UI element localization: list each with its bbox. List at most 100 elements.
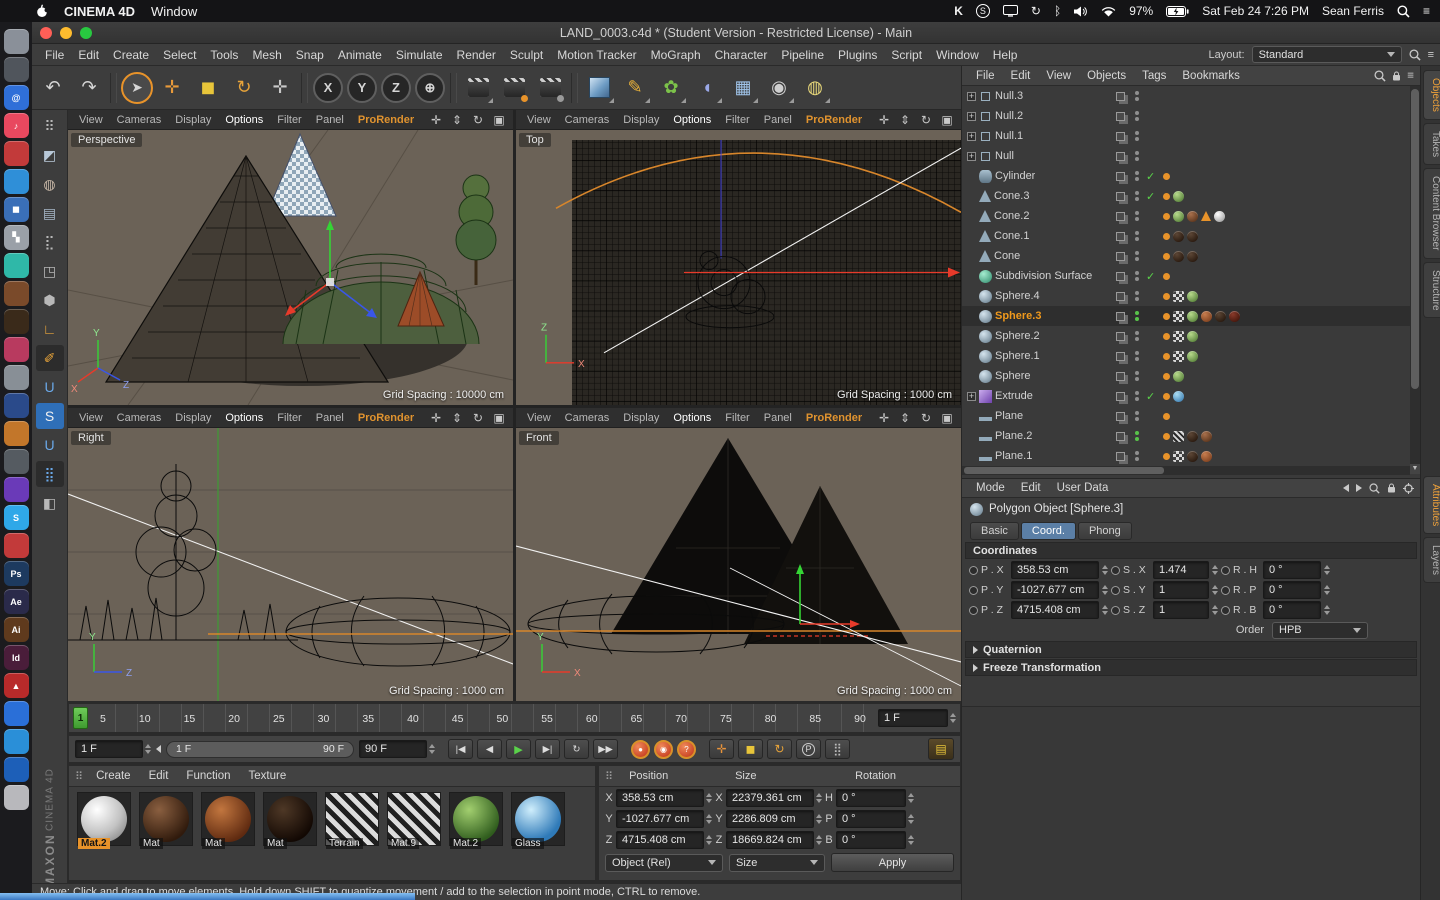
skype-icon[interactable]: S bbox=[975, 4, 990, 18]
app-menu-item[interactable]: Tools bbox=[203, 45, 245, 65]
key-scale-icon[interactable]: ◼ bbox=[738, 739, 763, 759]
viewport-menu-item[interactable]: Cameras bbox=[558, 114, 617, 126]
object-plane1[interactable]: Plane.1 bbox=[962, 446, 1410, 466]
visibility-dots-icon[interactable] bbox=[1135, 191, 1141, 201]
dock-photoshop-icon[interactable]: Ps bbox=[3, 561, 29, 586]
viewport-menu-item[interactable]: Options bbox=[218, 114, 270, 126]
tag-chip-odot[interactable] bbox=[1163, 312, 1170, 320]
object-label[interactable]: Plane.2 bbox=[995, 430, 1032, 442]
lock-y-icon[interactable]: Y bbox=[347, 72, 377, 103]
mograph-icon[interactable]: ✿ bbox=[654, 71, 688, 105]
viewport-menu-item[interactable]: ProRender bbox=[799, 412, 869, 424]
viewport-menu-item[interactable]: Filter bbox=[270, 412, 308, 424]
end-frame-stepper[interactable] bbox=[429, 744, 435, 754]
visibility-dots-icon[interactable] bbox=[1135, 111, 1141, 121]
layer-icon[interactable] bbox=[1116, 411, 1125, 421]
position-field[interactable]: -1027.677 cm bbox=[616, 809, 704, 828]
lock-icon[interactable] bbox=[1387, 483, 1396, 493]
layer-icon[interactable] bbox=[1116, 251, 1125, 261]
toolbar-button[interactable] bbox=[571, 72, 578, 103]
app-menu-item[interactable]: Simulate bbox=[389, 45, 450, 65]
key-position-icon[interactable]: ✛ bbox=[709, 739, 734, 759]
window-titlebar[interactable]: LAND_0003.c4d * (Student Version - Restr… bbox=[32, 22, 1440, 44]
spotlight-search-icon[interactable] bbox=[1397, 5, 1410, 18]
lock-workplane-icon[interactable]: ◧ bbox=[36, 490, 64, 516]
object-manager-menu-item[interactable]: Edit bbox=[1003, 70, 1039, 82]
visibility-dots-icon[interactable] bbox=[1135, 271, 1141, 281]
tag-chip-odot[interactable] bbox=[1163, 192, 1170, 200]
object-label[interactable]: Null bbox=[995, 150, 1014, 162]
tag-chip-green[interactable] bbox=[1187, 350, 1198, 362]
volume-icon[interactable] bbox=[1074, 6, 1088, 17]
visibility-dots-icon[interactable] bbox=[1135, 251, 1141, 261]
tag-chip-green[interactable] bbox=[1173, 190, 1184, 202]
viewport-menu-item[interactable]: Filter bbox=[718, 114, 756, 126]
tag-chip-dark[interactable] bbox=[1215, 310, 1226, 322]
zoom-button[interactable] bbox=[80, 26, 92, 39]
light-icon[interactable]: ◍ bbox=[798, 71, 832, 105]
search-icon[interactable] bbox=[1369, 482, 1380, 494]
layer-icon[interactable] bbox=[1116, 331, 1125, 341]
rotate-view-icon[interactable]: ↻ bbox=[471, 411, 485, 425]
wifi-icon[interactable] bbox=[1101, 6, 1116, 17]
key-pla-icon[interactable]: ⣿ bbox=[825, 739, 850, 759]
object-label[interactable]: Null.3 bbox=[995, 90, 1023, 102]
object-label[interactable]: Plane.1 bbox=[995, 450, 1032, 462]
object-subdivision-surface[interactable]: Subdivision Surface ✓ bbox=[962, 266, 1410, 286]
stepper[interactable] bbox=[1212, 605, 1218, 615]
model-mode-icon[interactable]: ◩ bbox=[36, 142, 64, 168]
dock-app-red-icon[interactable] bbox=[3, 141, 29, 166]
menubar-item-window[interactable]: Window bbox=[151, 4, 197, 19]
array-icon[interactable]: ⣿ bbox=[35, 461, 64, 487]
object-manager-menu-item[interactable]: File bbox=[968, 70, 1003, 82]
app-menu-item[interactable]: Help bbox=[986, 45, 1025, 65]
viewport-menu-item[interactable]: Panel bbox=[309, 114, 351, 126]
visibility-dots-icon[interactable] bbox=[1135, 311, 1141, 321]
visibility-dots-icon[interactable] bbox=[1135, 351, 1141, 361]
visibility-dots-icon[interactable] bbox=[1135, 391, 1141, 401]
object-label[interactable]: Cone.2 bbox=[994, 210, 1029, 222]
zoom-view-icon[interactable]: ⇕ bbox=[898, 113, 912, 127]
object-cone2[interactable]: Cone.2 bbox=[962, 206, 1410, 226]
edges-mode-icon[interactable]: ◳ bbox=[36, 258, 64, 284]
app-menu-item[interactable]: Character bbox=[708, 45, 775, 65]
lock-x-icon[interactable]: X bbox=[313, 72, 343, 103]
app-menu-item[interactable]: Plugins bbox=[831, 45, 884, 65]
object-null[interactable]: + Null bbox=[962, 146, 1410, 166]
object-tree-scrollbar[interactable]: ▼ bbox=[1410, 86, 1420, 474]
key-circle-icon[interactable] bbox=[1111, 565, 1120, 575]
stepper[interactable] bbox=[706, 835, 712, 845]
s-field[interactable]: 1 bbox=[1153, 601, 1209, 619]
panel-handle-icon[interactable]: ⠿ bbox=[605, 770, 613, 783]
tag-chip-dark[interactable] bbox=[1173, 250, 1184, 262]
goto-end-button[interactable]: ▶▶ bbox=[593, 739, 618, 759]
object-label[interactable]: Cone.1 bbox=[994, 230, 1029, 242]
perspective-viewport[interactable]: Y X Z Perspective Grid Spacing : 10000 c… bbox=[68, 130, 513, 405]
material-mat2-green[interactable]: Mat.2 bbox=[448, 792, 504, 866]
tag-chip-dark[interactable] bbox=[1187, 450, 1198, 462]
app-menu-item[interactable]: Window bbox=[929, 45, 986, 65]
rotate-tool-icon[interactable]: ↻ bbox=[227, 71, 261, 105]
viewport-menu-item[interactable]: Cameras bbox=[110, 114, 169, 126]
tag-chip-rust[interactable] bbox=[1201, 450, 1212, 462]
object-label[interactable]: Sphere.4 bbox=[995, 290, 1040, 302]
polygons-mode-icon[interactable]: ⬢ bbox=[36, 287, 64, 313]
object-label[interactable]: Null.1 bbox=[995, 130, 1023, 142]
size-field[interactable]: 2286.809 cm bbox=[726, 809, 814, 828]
tag-chip-stripes[interactable] bbox=[1173, 430, 1184, 442]
dock-cinema4d-icon[interactable]: ◼ bbox=[3, 197, 29, 222]
object-label[interactable]: Sphere.2 bbox=[995, 330, 1040, 342]
object-extrude[interactable]: + Extrude ✓ bbox=[962, 386, 1410, 406]
viewport-menu-item[interactable]: Display bbox=[168, 114, 218, 126]
tag-chip-odot[interactable] bbox=[1163, 212, 1170, 220]
viewport-menu-item[interactable]: Display bbox=[616, 114, 666, 126]
object-label[interactable]: Null.2 bbox=[995, 110, 1023, 122]
p-field[interactable]: 358.53 cm bbox=[1011, 561, 1099, 579]
p-field[interactable]: -1027.677 cm bbox=[1011, 581, 1099, 599]
history-forward-icon[interactable] bbox=[1356, 484, 1362, 492]
viewport-menu-item[interactable]: Panel bbox=[309, 412, 351, 424]
toggle-view-icon[interactable]: ▣ bbox=[492, 411, 506, 425]
key-rotation-icon[interactable]: ↻ bbox=[767, 739, 792, 759]
toggle-view-icon[interactable]: ▣ bbox=[492, 113, 506, 127]
tag-chip-green[interactable] bbox=[1187, 310, 1198, 322]
